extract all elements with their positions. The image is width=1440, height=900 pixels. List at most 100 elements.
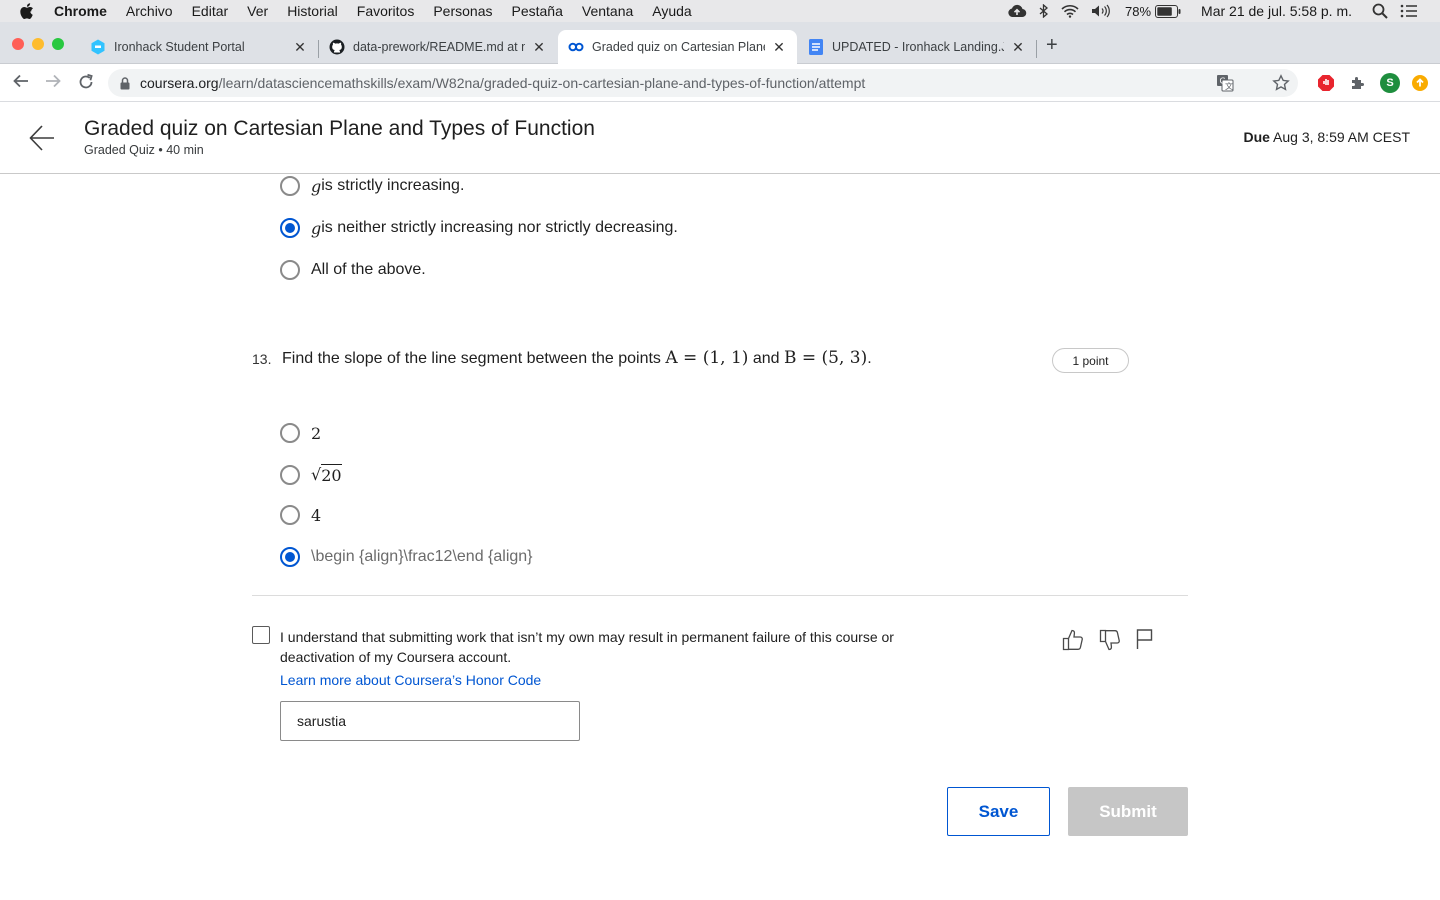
- close-tab-icon[interactable]: ✕: [771, 39, 787, 56]
- page-title: Graded quiz on Cartesian Plane and Types…: [84, 117, 595, 140]
- menu-ayuda[interactable]: Ayuda: [652, 3, 691, 19]
- macos-menu-bar: Chrome Archivo Editar Ver Historial Favo…: [0, 0, 1440, 22]
- radio-button[interactable]: [280, 260, 300, 280]
- quiz-subtitle: Graded Quiz • 40 min: [84, 143, 204, 157]
- wifi-icon[interactable]: [1061, 4, 1079, 18]
- tab-ironhack-portal[interactable]: Ironhack Student Portal ✕: [80, 30, 318, 64]
- menu-ver[interactable]: Ver: [247, 3, 268, 19]
- back-icon[interactable]: [12, 73, 30, 94]
- question-text-and: and: [748, 350, 784, 367]
- maximize-window-button[interactable]: [52, 38, 64, 50]
- math-variable: g: [311, 218, 322, 238]
- tab-google-doc[interactable]: UPDATED - Ironhack Landing.Ja ✕: [798, 30, 1036, 64]
- answer-option[interactable]: 4: [280, 505, 321, 525]
- ironhack-icon: [90, 39, 106, 55]
- legal-name-input[interactable]: [280, 701, 580, 741]
- menu-historial[interactable]: Historial: [287, 3, 338, 19]
- due-label: Due: [1243, 129, 1270, 145]
- option-label: is strictly increasing.: [321, 177, 465, 194]
- option-label: \begin {align}\frac12\end {align}: [311, 548, 533, 565]
- menu-archivo[interactable]: Archivo: [126, 3, 173, 19]
- close-tab-icon[interactable]: ✕: [292, 39, 308, 56]
- coursera-icon: [568, 39, 584, 55]
- github-icon: [329, 39, 345, 55]
- answer-option[interactable]: All of the above.: [280, 260, 426, 280]
- submit-button[interactable]: Submit: [1068, 787, 1188, 836]
- point-b: B = (5, 3): [784, 348, 868, 368]
- menu-ventana[interactable]: Ventana: [582, 3, 633, 19]
- menu-editar[interactable]: Editar: [192, 3, 229, 19]
- question-text: Find the slope of the line segment betwe…: [282, 348, 872, 368]
- point-a: A = (1, 1): [665, 348, 749, 368]
- answer-option[interactable]: \begin {align}\frac12\end {align}: [280, 547, 533, 567]
- honor-code-checkbox[interactable]: [252, 626, 270, 644]
- back-arrow-icon[interactable]: [28, 124, 56, 157]
- radio-button[interactable]: [280, 464, 300, 485]
- bluetooth-icon[interactable]: [1039, 4, 1049, 18]
- menu-pestana[interactable]: Pestaña: [512, 3, 563, 19]
- notification-center-icon[interactable]: [1400, 4, 1418, 18]
- divider: [252, 595, 1188, 596]
- reload-icon[interactable]: [77, 73, 95, 96]
- answer-option[interactable]: g is neither strictly increasing nor str…: [280, 218, 678, 238]
- close-window-button[interactable]: [12, 38, 24, 50]
- browser-tab-strip: Ironhack Student Portal ✕ data-prework/R…: [0, 22, 1440, 64]
- sqrt-symbol: √: [311, 465, 322, 484]
- tab-title: data-prework/README.md at m: [353, 40, 525, 54]
- update-icon[interactable]: [1412, 75, 1428, 91]
- option-label: 4: [311, 505, 322, 525]
- spotlight-search-icon[interactable]: [1372, 3, 1388, 19]
- flag-icon[interactable]: [1136, 628, 1154, 655]
- thumbs-down-icon[interactable]: [1099, 628, 1121, 657]
- extensions-puzzle-icon[interactable]: [1348, 73, 1368, 93]
- tab-separator: [1036, 40, 1037, 58]
- option-label: is neither strictly increasing nor stric…: [321, 219, 678, 236]
- radio-button-selected[interactable]: [280, 218, 300, 238]
- browser-toolbar: coursera.org/learn/datasciencemathskills…: [0, 64, 1440, 102]
- profile-avatar[interactable]: S: [1380, 73, 1400, 93]
- translate-icon[interactable]: G文: [1216, 74, 1234, 92]
- due-date: Due Aug 3, 8:59 AM CEST: [1243, 129, 1410, 145]
- url-host: coursera.org: [140, 75, 219, 91]
- menu-clock[interactable]: Mar 21 de jul. 5:58 p. m.: [1201, 3, 1352, 19]
- due-value: Aug 3, 8:59 AM CEST: [1273, 129, 1410, 145]
- apple-icon[interactable]: [20, 3, 38, 19]
- tab-title: Graded quiz on Cartesian Plane: [592, 40, 765, 54]
- answer-option[interactable]: √ 20: [280, 464, 342, 485]
- forward-icon[interactable]: [44, 73, 62, 94]
- svg-text:文: 文: [1225, 81, 1233, 91]
- close-tab-icon[interactable]: ✕: [531, 39, 547, 56]
- close-tab-icon[interactable]: ✕: [1010, 39, 1026, 56]
- option-label: 20: [321, 464, 342, 485]
- tab-graded-quiz[interactable]: Graded quiz on Cartesian Plane ✕: [558, 30, 797, 64]
- question-text-prefix: Find the slope of the line segment betwe…: [282, 350, 666, 367]
- thumbs-up-icon[interactable]: [1062, 628, 1084, 657]
- menu-favoritos[interactable]: Favoritos: [357, 3, 415, 19]
- lock-icon[interactable]: [120, 76, 130, 90]
- radio-button[interactable]: [280, 176, 300, 196]
- tab-github-readme[interactable]: data-prework/README.md at m ✕: [319, 30, 557, 64]
- radio-button[interactable]: [280, 423, 300, 443]
- new-tab-icon[interactable]: +: [1046, 34, 1058, 57]
- quiz-header: Graded quiz on Cartesian Plane and Types…: [0, 102, 1440, 174]
- radio-button-selected[interactable]: [280, 547, 300, 567]
- answer-option[interactable]: 2: [280, 423, 321, 443]
- option-label: 2: [311, 423, 322, 443]
- answer-option[interactable]: g is strictly increasing.: [280, 176, 464, 196]
- volume-icon[interactable]: [1091, 4, 1113, 18]
- radio-button[interactable]: [280, 505, 300, 525]
- menu-app-name[interactable]: Chrome: [54, 3, 107, 19]
- minimize-window-button[interactable]: [32, 38, 44, 50]
- adblock-icon[interactable]: [1316, 73, 1336, 93]
- honor-code-link[interactable]: Learn more about Coursera’s Honor Code: [280, 672, 541, 688]
- menu-personas[interactable]: Personas: [433, 3, 492, 19]
- address-bar[interactable]: coursera.org/learn/datasciencemathskills…: [108, 69, 1298, 97]
- math-variable: g: [311, 176, 322, 196]
- question-text-suffix: .: [867, 350, 872, 367]
- points-badge: 1 point: [1052, 348, 1129, 373]
- cloud-upload-icon[interactable]: [1007, 4, 1027, 18]
- save-button[interactable]: Save: [947, 787, 1050, 836]
- option-label: All of the above.: [311, 261, 426, 278]
- bookmark-star-icon[interactable]: [1272, 74, 1290, 92]
- battery-icon[interactable]: [1155, 4, 1181, 18]
